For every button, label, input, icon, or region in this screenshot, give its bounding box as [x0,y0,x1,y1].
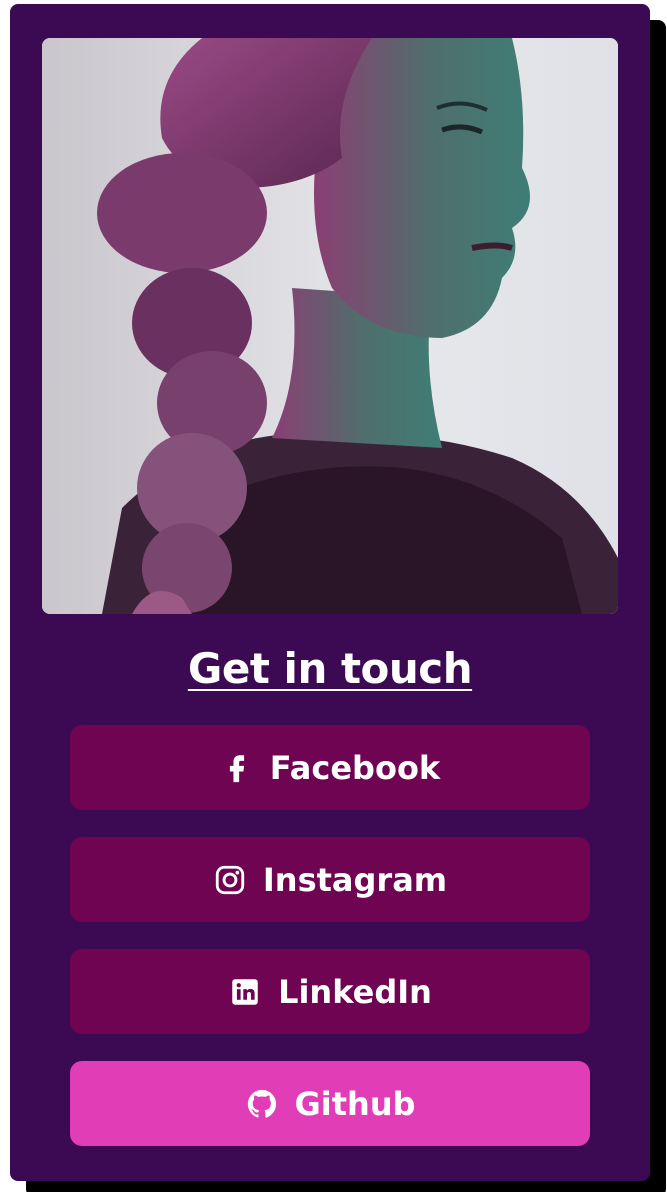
instagram-icon [213,863,247,897]
github-icon [245,1087,279,1121]
instagram-button[interactable]: Instagram [70,837,590,922]
github-label: Github [294,1084,416,1123]
facebook-button[interactable]: Facebook [70,725,590,810]
linkedin-button[interactable]: LinkedIn [70,949,590,1034]
linkedin-icon [228,975,262,1009]
profile-card: Get in touch Facebook Instagram LinkedIn… [10,4,650,1181]
github-button[interactable]: Github [70,1061,590,1146]
linkedin-label: LinkedIn [278,972,432,1011]
profile-photo [42,38,618,614]
facebook-label: Facebook [269,748,441,787]
instagram-label: Instagram [262,860,448,899]
page-title: Get in touch [187,644,473,693]
facebook-icon [220,751,254,785]
